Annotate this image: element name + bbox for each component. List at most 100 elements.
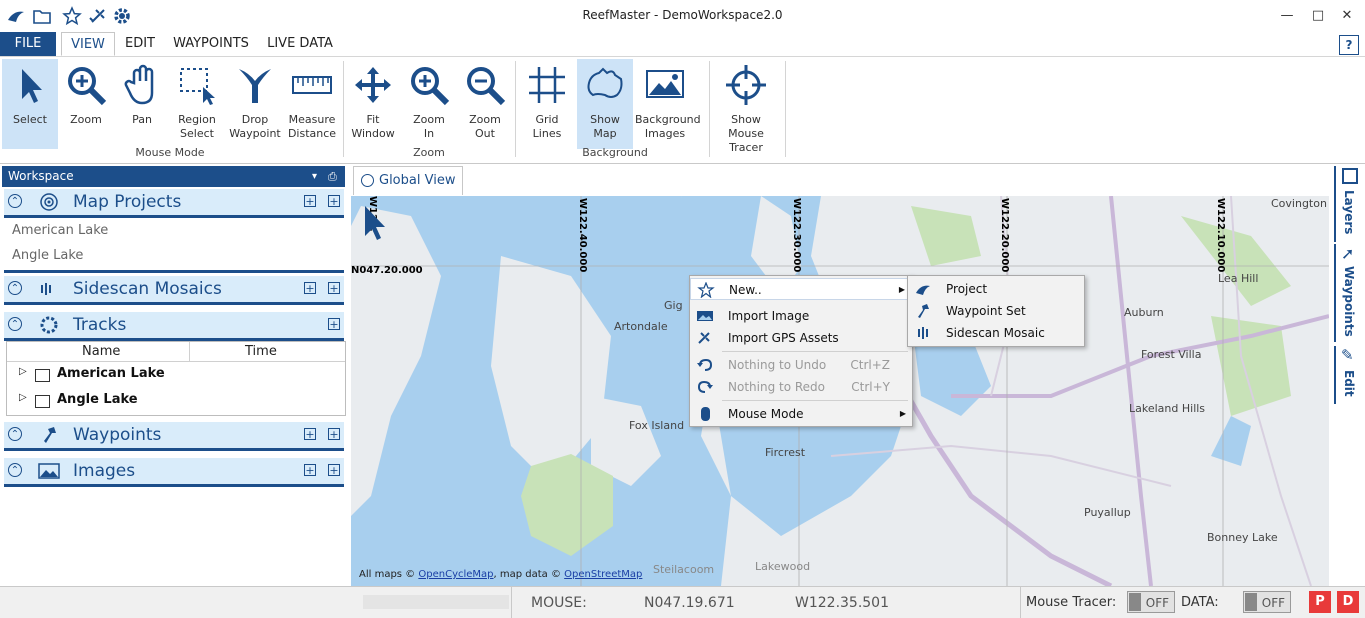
menu-item-undo[interactable]: Nothing to Undo Ctrl+Z [690, 354, 912, 376]
import-sidescan-icon[interactable]: + [328, 282, 340, 294]
menu-item-import-image[interactable]: Import Image [690, 305, 912, 327]
mouse-tracer-toggle[interactable]: OFF [1127, 591, 1175, 613]
background-images-label-1: Background [635, 113, 701, 126]
menu-item-import-gps[interactable]: Import GPS Assets [690, 327, 912, 349]
fit-window-button[interactable]: Fit Window [347, 59, 399, 149]
p-button[interactable]: P [1309, 591, 1331, 613]
new-label: New.. [729, 283, 762, 297]
tab-waypoints-side[interactable]: ➚ Waypoints [1334, 244, 1364, 342]
opencyclemap-link[interactable]: OpenCycleMap [418, 569, 493, 580]
submenu-item-waypoint-set[interactable]: Waypoint Set [908, 300, 1084, 322]
background-images-label-2: Images [644, 127, 686, 140]
import-map-project-icon[interactable]: + [328, 195, 340, 207]
waypoint-set-label: Waypoint Set [946, 304, 1026, 318]
measure-distance-button[interactable]: Measure Distance [284, 59, 340, 149]
tab-file[interactable]: FILE [0, 32, 56, 56]
import-image-icon[interactable]: + [328, 464, 340, 476]
tracks-header[interactable]: ⌃ Tracks + [4, 312, 344, 341]
place-label: Lakeland Hills [1129, 402, 1206, 415]
background-images-button[interactable]: Background Images [635, 59, 701, 149]
tab-view[interactable]: VIEW [61, 32, 115, 56]
collapse-icon[interactable]: ⌃ [8, 194, 22, 208]
expand-icon[interactable]: ▷ [19, 392, 27, 403]
expand-icon[interactable]: ▷ [19, 366, 27, 377]
sonar-icon [41, 283, 51, 295]
fit-window-label-2: Window [351, 127, 395, 140]
add-sidescan-icon[interactable]: + [304, 282, 316, 294]
help-button[interactable]: ? [1339, 35, 1359, 55]
add-image-icon[interactable]: + [304, 464, 316, 476]
ribbon-separator [709, 61, 710, 157]
collapse-icon[interactable]: ⌃ [8, 427, 22, 441]
project-item[interactable]: Angle Lake [12, 248, 83, 263]
ribbon: Select Zoom Pan Region Select Drop Waypo… [0, 57, 1365, 164]
tab-live-data[interactable]: LIVE DATA [262, 32, 338, 56]
zoom-out-icon [467, 67, 506, 106]
collapse-icon[interactable]: ⌃ [8, 281, 22, 295]
region-select-button[interactable]: Region Select [170, 59, 224, 149]
zoom-button[interactable]: Zoom [60, 59, 112, 149]
drop-waypoint-button[interactable]: Drop Waypoint [228, 59, 282, 149]
pan-label: Pan [132, 113, 152, 126]
menu-item-redo[interactable]: Nothing to Redo Ctrl+Y [690, 376, 912, 398]
tab-waypoints[interactable]: WAYPOINTS [166, 32, 256, 56]
place-label: Fircrest [765, 446, 806, 459]
project-item[interactable]: American Lake [12, 223, 108, 238]
zoom-in-button[interactable]: Zoom In [403, 59, 455, 149]
undo-shortcut: Ctrl+Z [850, 358, 890, 372]
tab-edit[interactable]: EDIT [119, 32, 161, 56]
redo-label: Nothing to Redo [728, 380, 826, 394]
mouse-longitude: W122.35.501 [795, 595, 890, 611]
waypoints-header[interactable]: ⌃ Waypoints + + [4, 422, 344, 451]
pin-icon[interactable]: ⎙ [328, 166, 337, 187]
status-divider [1020, 587, 1021, 618]
folder-icon [35, 395, 50, 408]
add-waypoint-icon[interactable]: + [304, 428, 316, 440]
panel-menu-icon[interactable]: ▾ [312, 166, 317, 187]
window-title: ReefMaster - DemoWorkspace2.0 [582, 8, 783, 22]
submenu-arrow-icon: ▶ [899, 409, 906, 418]
project-label: Project [946, 282, 988, 296]
show-map-button[interactable]: Show Map [577, 59, 633, 149]
collapse-icon[interactable]: ⌃ [8, 463, 22, 477]
menu-item-mouse-mode[interactable]: Mouse Mode ▶ [690, 403, 912, 425]
column-name[interactable]: Name [82, 344, 120, 359]
select-label: Select [13, 113, 47, 126]
hand-icon [124, 64, 154, 105]
tab-layers[interactable]: Layers [1334, 166, 1364, 242]
close-button[interactable]: ✕ [1337, 6, 1357, 26]
maximize-button[interactable]: □ [1308, 6, 1328, 26]
collapse-icon[interactable]: ⌃ [8, 317, 22, 331]
grid-lines-button[interactable]: Grid Lines [519, 59, 575, 149]
map-projects-header[interactable]: ⌃ Map Projects + + [4, 189, 344, 218]
submenu-item-project[interactable]: Project [908, 278, 1084, 300]
tab-global-view[interactable]: Global View [353, 166, 463, 195]
folder-icon [35, 369, 50, 382]
menu-item-new[interactable]: New.. ▶ [690, 278, 912, 300]
mouse-latitude: N047.19.671 [644, 595, 735, 611]
sidescan-mosaics-header[interactable]: ⌃ Sidescan Mosaics + + [4, 276, 344, 305]
import-waypoint-icon[interactable]: + [328, 428, 340, 440]
openstreetmap-link[interactable]: OpenStreetMap [564, 569, 642, 580]
global-view-label: Global View [379, 173, 456, 188]
tracks-icon [40, 316, 58, 334]
data-toggle[interactable]: OFF [1243, 591, 1291, 613]
import-tracks-icon[interactable]: + [328, 318, 340, 330]
submenu-item-sidescan-mosaic[interactable]: Sidescan Mosaic [908, 322, 1084, 344]
undo-label: Nothing to Undo [728, 358, 827, 372]
region-select-icon [180, 68, 215, 105]
minimize-button[interactable]: — [1277, 6, 1297, 26]
add-map-project-icon[interactable]: + [304, 195, 316, 207]
images-header[interactable]: ⌃ Images + + [4, 458, 344, 487]
mouse-icon [701, 407, 710, 421]
show-mouse-tracer-button[interactable]: Show Mouse Tracer [713, 59, 779, 154]
place-label: Covington [1271, 197, 1327, 210]
pan-button[interactable]: Pan [116, 59, 168, 149]
column-time[interactable]: Time [245, 344, 277, 359]
attribution-prefix: All maps © [359, 569, 419, 580]
select-button[interactable]: Select [2, 59, 58, 149]
layers-icon [1342, 168, 1358, 184]
tab-edit-side[interactable]: ✎ Edit [1334, 346, 1364, 404]
zoom-out-button[interactable]: Zoom Out [459, 59, 511, 149]
d-button[interactable]: D [1337, 591, 1359, 613]
